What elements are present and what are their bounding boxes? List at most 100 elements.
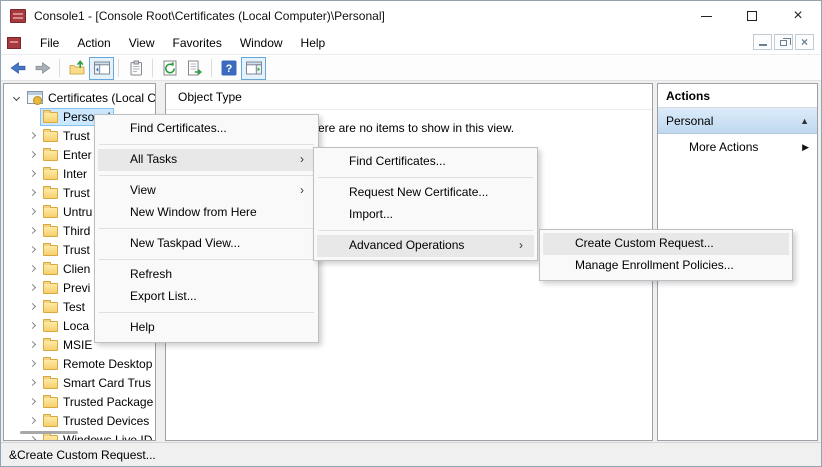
- tree-item-body: Test: [40, 298, 89, 316]
- actions-pane-title: Actions: [658, 84, 817, 108]
- collapsed-chevron-icon[interactable]: [24, 209, 40, 214]
- menubar-item-window[interactable]: Window: [231, 31, 292, 54]
- collapsed-chevron-icon[interactable]: [24, 399, 40, 404]
- menu-item-new-taskpad-view[interactable]: New Taskpad View...: [98, 233, 315, 255]
- toolbar-back-button[interactable]: [5, 57, 30, 80]
- folder-icon: [43, 112, 58, 123]
- tree-item-label: MSIE: [58, 338, 92, 352]
- collapsed-chevron-icon[interactable]: [24, 437, 40, 441]
- column-header-object-type[interactable]: Object Type: [166, 84, 652, 110]
- toolbar-separator: [211, 59, 212, 77]
- folder-icon: [43, 245, 58, 256]
- menu-separator: [318, 177, 533, 178]
- menubar-item-view[interactable]: View: [120, 31, 164, 54]
- menu-item-find-certificates[interactable]: Find Certificates...: [317, 151, 534, 173]
- mdi-minimize-button[interactable]: [753, 34, 772, 50]
- folder-icon: [43, 188, 58, 199]
- collapsed-chevron-icon[interactable]: [24, 380, 40, 385]
- toolbar-show-console-tree-button[interactable]: [89, 57, 114, 80]
- more-actions-item[interactable]: More Actions ▶: [658, 134, 817, 160]
- menu-item-label: New Taskpad View...: [130, 236, 240, 250]
- menu-bar-items: FileActionViewFavoritesWindowHelp: [31, 31, 334, 54]
- folder-icon: [43, 283, 58, 294]
- menu-item-refresh[interactable]: Refresh: [98, 264, 315, 286]
- menu-item-create-custom-request[interactable]: Create Custom Request...: [543, 233, 789, 255]
- menu-item-find-certificates[interactable]: Find Certificates...: [98, 118, 315, 140]
- toolbar-help-button[interactable]: ?: [216, 57, 241, 80]
- tree-item-trusted-devices[interactable]: Trusted Devices: [4, 411, 155, 430]
- menubar-item-favorites[interactable]: Favorites: [164, 31, 231, 54]
- collapsed-chevron-icon[interactable]: [24, 171, 40, 176]
- tree-item-certificates-local-c[interactable]: Certificates (Local C: [4, 88, 155, 107]
- menu-item-label: Manage Enrollment Policies...: [575, 258, 734, 272]
- menu-item-new-window-from-here[interactable]: New Window from Here: [98, 202, 315, 224]
- menu-item-view[interactable]: View›: [98, 180, 315, 202]
- toolbar-refresh-button[interactable]: [157, 57, 182, 80]
- mdi-minimize-icon: [759, 44, 767, 46]
- toolbar-show-action-pane-button[interactable]: [241, 57, 266, 80]
- menu-item-export-list[interactable]: Export List...: [98, 286, 315, 308]
- collapsed-chevron-icon[interactable]: [24, 323, 40, 328]
- tree-item-smart-card-trus[interactable]: Smart Card Trus: [4, 373, 155, 392]
- folder-icon: [43, 340, 58, 351]
- menu-item-manage-enrollment-policies[interactable]: Manage Enrollment Policies...: [543, 255, 789, 277]
- toolbar-up-one-level-button[interactable]: [64, 57, 89, 80]
- menubar-item-action[interactable]: Action: [68, 31, 119, 54]
- toolbar-export-list-button[interactable]: [182, 57, 207, 80]
- collapsed-chevron-icon[interactable]: [24, 304, 40, 309]
- mdi-restore-button[interactable]: [774, 34, 793, 50]
- maximize-icon: [747, 11, 757, 21]
- collapsed-chevron-icon[interactable]: [24, 361, 40, 366]
- folder-icon: [43, 207, 58, 218]
- collapsed-chevron-icon[interactable]: [24, 285, 40, 290]
- show-console-tree-icon: [93, 59, 111, 77]
- certstore-icon: [27, 91, 43, 104]
- tree-item-body: Clien: [40, 260, 94, 278]
- clipboard-icon: [127, 59, 145, 77]
- tree-item-label: Trust: [58, 129, 90, 143]
- folder-icon: [43, 131, 58, 142]
- menu-item-help[interactable]: Help: [98, 317, 315, 339]
- tree-item-label: Test: [58, 300, 85, 314]
- menubar-item-file[interactable]: File: [31, 31, 68, 54]
- tree-horizontal-scrollbar[interactable]: [20, 431, 78, 434]
- menu-item-request-new-certificate[interactable]: Request New Certificate...: [317, 182, 534, 204]
- tree-item-remote-desktop[interactable]: Remote Desktop: [4, 354, 155, 373]
- tree-item-label: Untru: [58, 205, 92, 219]
- menu-item-all-tasks[interactable]: All Tasks›: [98, 149, 315, 171]
- mdi-close-button[interactable]: ×: [795, 34, 814, 50]
- collapsed-chevron-icon[interactable]: [24, 152, 40, 157]
- toolbar-forward-button[interactable]: [30, 57, 55, 80]
- collapsed-chevron-icon[interactable]: [24, 247, 40, 252]
- tree-item-label: Loca: [58, 319, 89, 333]
- console-child-icon[interactable]: [7, 37, 21, 49]
- tree-item-body: Trust: [40, 127, 94, 145]
- menu-item-label: Help: [130, 320, 155, 334]
- minimize-button[interactable]: [683, 1, 729, 31]
- collapsed-chevron-icon[interactable]: [24, 418, 40, 423]
- toolbar-separator: [152, 59, 153, 77]
- collapsed-chevron-icon[interactable]: [24, 133, 40, 138]
- maximize-button[interactable]: [729, 1, 775, 31]
- menu-separator: [99, 259, 314, 260]
- expanded-chevron-icon[interactable]: [8, 95, 24, 100]
- collapsed-chevron-icon[interactable]: [24, 228, 40, 233]
- collapsed-chevron-icon[interactable]: [24, 190, 40, 195]
- actions-group-personal[interactable]: Personal ▲: [658, 108, 817, 134]
- folder-icon: [43, 397, 58, 408]
- menu-item-label: Refresh: [130, 267, 172, 281]
- minimize-icon: [701, 16, 712, 17]
- title-bar[interactable]: Console1 - [Console Root\Certificates (L…: [1, 1, 821, 31]
- menu-item-import[interactable]: Import...: [317, 204, 534, 226]
- menu-item-label: Import...: [349, 207, 393, 221]
- tree-item-body: Trust: [40, 184, 94, 202]
- collapsed-chevron-icon[interactable]: [24, 266, 40, 271]
- menu-item-advanced-operations[interactable]: Advanced Operations›: [317, 235, 534, 257]
- collapse-group-icon[interactable]: ▲: [800, 116, 809, 126]
- close-button[interactable]: ×: [775, 1, 821, 31]
- toolbar-clipboard-button[interactable]: [123, 57, 148, 80]
- collapsed-chevron-icon[interactable]: [24, 342, 40, 347]
- tree-item-trusted-package[interactable]: Trusted Package: [4, 392, 155, 411]
- folder-icon: [43, 150, 58, 161]
- menubar-item-help[interactable]: Help: [292, 31, 335, 54]
